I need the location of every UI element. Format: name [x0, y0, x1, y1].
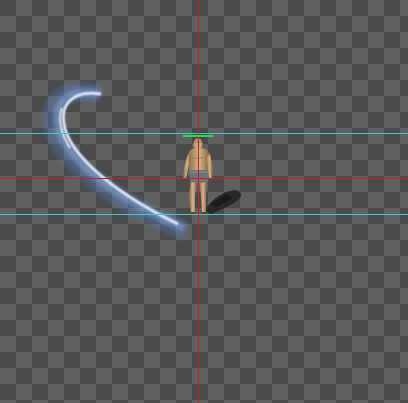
- scene-layer: [42, 82, 242, 241]
- sprite-preview-viewport[interactable]: [0, 0, 408, 403]
- collision-bound-top-line: [0, 133, 408, 134]
- origin-guide-vertical: [198, 0, 199, 403]
- character-health-bar: [183, 135, 213, 137]
- character-shadow: [204, 190, 242, 214]
- origin-guide-horizontal: [0, 178, 408, 179]
- health-bar-fill: [183, 135, 213, 137]
- slash-trail-effect: [42, 82, 190, 241]
- collision-bound-bottom-line: [0, 214, 408, 215]
